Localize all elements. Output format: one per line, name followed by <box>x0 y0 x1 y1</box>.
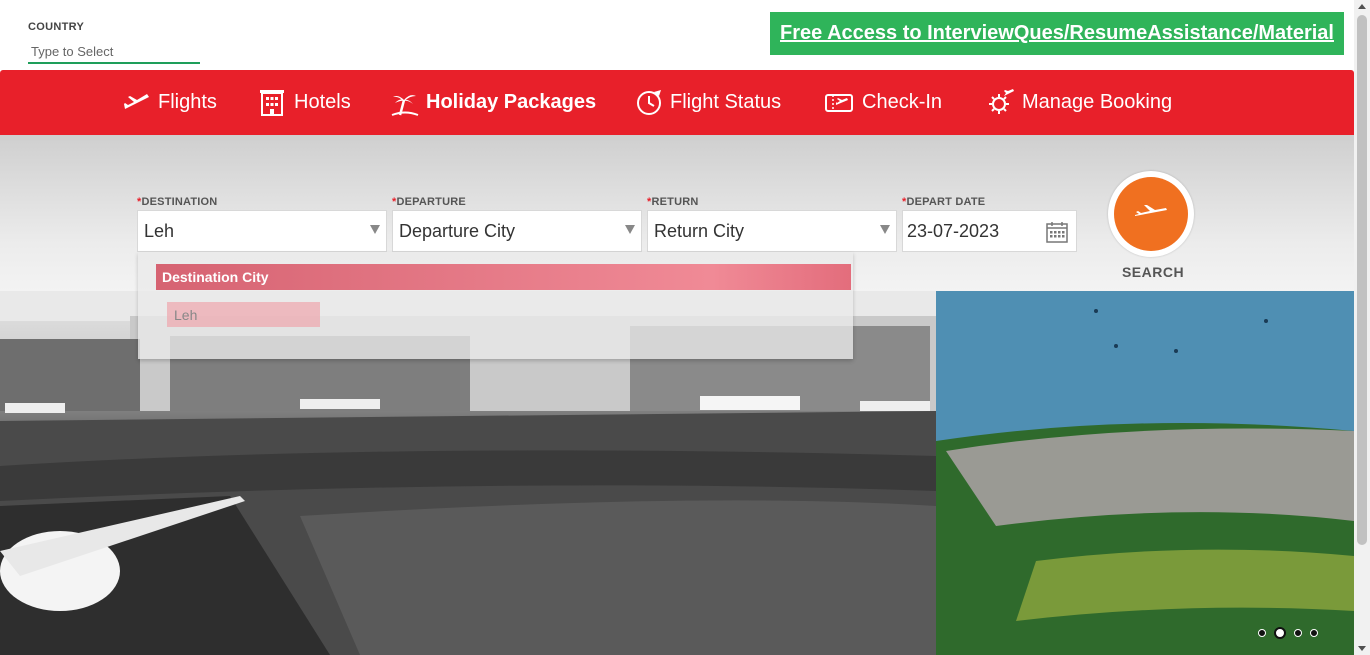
chevron-down-icon <box>880 225 890 234</box>
destination-select[interactable]: Leh <box>137 210 387 252</box>
departure-select[interactable]: Departure City <box>392 210 642 252</box>
nav-holiday-packages[interactable]: Holiday Packages <box>390 70 596 135</box>
scroll-up-icon[interactable] <box>1358 4 1366 9</box>
departure-label: *DEPARTURE <box>392 196 466 208</box>
depart-date-label-text: DEPART DATE <box>906 196 986 208</box>
promo-link[interactable]: Free Access to InterviewQues/ResumeAssis… <box>780 22 1334 45</box>
carousel-dot[interactable] <box>1294 629 1302 637</box>
carousel-dots <box>1258 627 1318 639</box>
depart-date-label: *DEPART DATE <box>902 196 985 208</box>
search-label: SEARCH <box>1121 264 1185 280</box>
nav-check-in[interactable]: Check-In <box>822 70 942 135</box>
dropdown-option[interactable]: Leh <box>167 302 320 327</box>
destination-label-text: DESTINATION <box>141 196 218 208</box>
scrollbar[interactable] <box>1354 0 1370 655</box>
depart-date-input[interactable]: 23-07-2023 <box>902 210 1077 252</box>
palm-tree-icon <box>391 94 419 116</box>
plane-icon <box>124 93 149 109</box>
scrollbar-thumb[interactable] <box>1357 15 1367 545</box>
scroll-down-icon[interactable] <box>1358 646 1366 651</box>
search-button-inner <box>1114 177 1188 251</box>
destination-value: Leh <box>144 220 175 241</box>
nav-flights[interactable]: Flights <box>122 70 217 135</box>
island-illustration <box>936 291 1354 655</box>
nav-manage-booking-label: Manage Booking <box>1022 91 1173 113</box>
dropdown-header: Destination City <box>156 264 851 290</box>
chevron-down-icon <box>370 225 380 234</box>
return-label: *RETURN <box>647 196 699 208</box>
calendar-icon[interactable] <box>1046 221 1068 243</box>
carousel-dot[interactable] <box>1310 629 1318 637</box>
return-label-text: RETURN <box>651 196 699 208</box>
depart-date-value: 23-07-2023 <box>907 220 1000 241</box>
nav-check-in-label: Check-In <box>862 91 943 113</box>
chevron-down-icon <box>625 225 635 234</box>
clock-plane-icon <box>637 89 661 115</box>
departure-label-text: DEPARTURE <box>396 196 466 208</box>
nav-manage-booking[interactable]: Manage Booking <box>986 70 1172 135</box>
gear-plane-icon <box>989 88 1014 114</box>
search-button[interactable] <box>1108 171 1194 257</box>
return-select[interactable]: Return City <box>647 210 897 252</box>
promo-banner: Free Access to InterviewQues/ResumeAssis… <box>770 12 1344 55</box>
carousel-dot-active[interactable] <box>1274 627 1286 639</box>
nav-flight-status[interactable]: Flight Status <box>634 70 781 135</box>
return-value: Return City <box>654 220 745 241</box>
nav-hotels[interactable]: Hotels <box>258 70 351 135</box>
nav-flight-status-label: Flight Status <box>670 91 782 113</box>
main-nav: Flights Hotels Holiday Packages Flight S… <box>0 70 1354 135</box>
destination-dropdown: Destination City Leh <box>138 252 853 359</box>
ticket-icon <box>825 93 853 112</box>
country-input[interactable] <box>28 40 200 64</box>
destination-label: *DESTINATION <box>137 196 217 208</box>
nav-hotels-label: Hotels <box>294 91 351 113</box>
nav-holiday-label: Holiday Packages <box>426 91 597 113</box>
carousel-dot[interactable] <box>1258 629 1266 637</box>
plane-icon <box>1135 205 1167 216</box>
departure-value: Departure City <box>399 220 516 241</box>
nav-flights-label: Flights <box>158 91 217 113</box>
island-image <box>936 291 1354 655</box>
hotel-icon <box>260 89 284 116</box>
page: COUNTRY Free Access to InterviewQues/Res… <box>0 0 1370 655</box>
country-label: COUNTRY <box>28 21 85 33</box>
